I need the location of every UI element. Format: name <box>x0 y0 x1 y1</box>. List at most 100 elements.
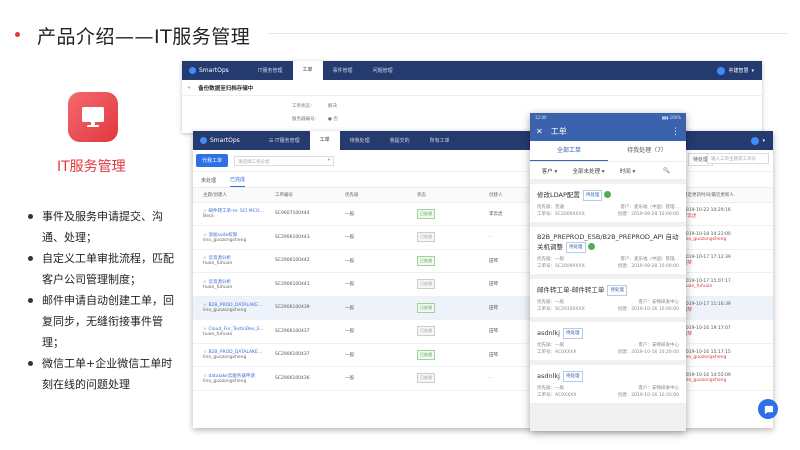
update-time: 2019-10-22 10:29:16 <box>683 208 731 214</box>
ticket-card[interactable]: asdnlkj 待处理 优先级：一般 客户：安畅研发中心 工单号：AC0XXXX 创建… <box>530 322 686 360</box>
card-title: B2B_PREPROD_ESB/B2B_PREPROD_API 自动关机调整 <box>537 233 679 251</box>
nav-item-itsm[interactable]: ☰ IT服务管理 <box>259 137 310 144</box>
status-badge: 已处理 <box>417 232 435 243</box>
more-options-icon[interactable]: ⋮ <box>671 127 680 137</box>
status-filter[interactable]: 全部未处理 ▾ <box>569 167 608 175</box>
user-menu[interactable]: 中建智慧 ▾ <box>717 66 762 75</box>
nav-item[interactable]: 事件管理 <box>323 67 363 74</box>
nav-item[interactable]: 待我处理 <box>340 137 380 144</box>
close-icon[interactable]: ✕ <box>536 127 543 136</box>
back-arrow-icon[interactable]: ‹ <box>188 85 190 91</box>
time-filter[interactable]: 时间 ▾ <box>608 167 647 175</box>
category-select[interactable]: 请选择工单分类 <box>234 155 335 166</box>
logo-icon <box>200 137 207 144</box>
update-time: 2019-10-17 17:12:39 <box>683 255 731 261</box>
nav-item-ticket[interactable]: 工单 <box>309 131 340 150</box>
nav-item[interactable]: 所有工单 <box>420 137 460 144</box>
updater: lino_guozongsheng <box>683 378 727 384</box>
status-badge: 已处理 <box>417 279 435 290</box>
logo-icon <box>189 67 196 74</box>
nav-item[interactable]: 工单 <box>292 61 323 80</box>
check-icon <box>587 243 595 250</box>
ticket-author: huan_fuhuan <box>203 284 233 290</box>
feature-item: 自定义工单审批流程，匹配客户公司管理制度； <box>26 248 176 290</box>
ticket-author: lino_guozongsheng <box>203 355 247 361</box>
ticket-priority: 一般 <box>335 366 407 391</box>
table-row[interactable]: ☆ B2B_PROD_DATALAKE项目云服务器申请lino_guozongs… <box>193 343 773 367</box>
update-time: 2019-10-16 19:17:07 <box>683 325 731 331</box>
tab-all-tickets[interactable]: 全部工单 <box>530 141 608 161</box>
title-bullet-dot <box>15 32 20 37</box>
status-tag: 待处理 <box>566 242 586 253</box>
feature-item: 微信工单+企业微信工单时刻在线的问题处理 <box>26 353 176 395</box>
card-title: asdnlkj <box>537 329 560 337</box>
monitor-icon <box>68 92 118 142</box>
ticket-card[interactable]: 修改LDAP配置 待处理 优先级：普通 客户：麦乐福（中国）管理… 工单号：SC20… <box>530 184 686 222</box>
card-title: 邮件转工单-邮件转工单 <box>537 286 605 294</box>
tab-completed[interactable]: 已完成 <box>230 176 246 187</box>
ticket-priority: 一般 <box>335 343 407 367</box>
ticket-priority: 一般 <box>335 249 407 273</box>
ticket-priority: 一般 <box>335 225 407 250</box>
ticket-card[interactable]: 邮件转工单-邮件转工单 待处理 优先级：一般 客户：安畅研发中心 工单号：SC291… <box>530 279 686 317</box>
ticket-title-link[interactable]: ☆ Cloud_For_TestinDev_Env资源分析 <box>203 326 265 332</box>
logo: SmartOps <box>193 137 259 144</box>
ticket-id: SC2906100443 <box>265 225 335 250</box>
ticket-card[interactable]: asdnlkj 待处理 优先级：一般 客户：安畅研发中心 工单号：AC0XXXX 创建… <box>530 365 686 403</box>
status-tag: 待处理 <box>582 190 603 201</box>
table-row[interactable]: ☆ 云资源分析 huan_fuhuan SC2906100441 一般 已处理 田… <box>193 272 773 297</box>
search-input[interactable]: 输入工单主题或工单号 <box>707 153 769 164</box>
column-header[interactable]: 最近更新时间/最近更新人 <box>673 188 773 203</box>
toolbar: 代我工单 请选择工单分类 <box>193 150 773 172</box>
ticket-id: SC2906100437 <box>265 343 335 367</box>
column-header[interactable]: 状态 <box>407 188 479 203</box>
table-row[interactable]: ☆ 添加sudo权限 lino_guozongsheng SC2906100443… <box>193 225 773 250</box>
table-row[interactable]: ☆ B2B_PROD_DATALAKE项目云服务器申请lino_guozongs… <box>193 296 773 320</box>
card-title: asdnlkj <box>537 372 560 380</box>
updater: huan_fuhuan <box>683 284 713 290</box>
section-title: IT服务管理 <box>57 159 126 175</box>
tab-my-pending[interactable]: 待我处理（7） <box>608 141 686 161</box>
nav-item[interactable]: 我提交的 <box>380 137 420 144</box>
user-menu[interactable]: ▾ <box>751 136 773 145</box>
updater: lino_guozongsheng <box>683 237 727 243</box>
table-row[interactable]: ☆ Cloud_For_TestinDev_Env资源分析huan_fuhuan… <box>193 319 773 344</box>
status-badge: 已处理 <box>417 255 435 266</box>
tab-unprocessed[interactable]: 未处理 <box>201 177 216 187</box>
ticket-table: 主题/创建人 工单编号 优先级 状态 创建人 最近更新时间/最近更新人 ☆ 邮件… <box>193 188 773 391</box>
field-value: ● 否 <box>328 117 338 122</box>
status-tabs: 未处理 已完成 <box>193 172 773 188</box>
ticket-priority: 一般 <box>335 319 407 344</box>
ticket-card[interactable]: B2B_PREPROD_ESB/B2B_PREPROD_API 自动关机调整 待处… <box>530 227 686 274</box>
logo: SmartOps <box>182 67 248 74</box>
top-nav-bar: SmartOps ☰ IT服务管理 工单 待我处理 我提交的 所有工单 ▾ <box>193 131 773 150</box>
ticket-id: SC2906100442 <box>265 249 335 273</box>
table-row[interactable]: ☆ 邮件转工单-re: SCI MCO/SVC.UAT环境产品测试结果确认(WM… <box>193 202 773 226</box>
column-header[interactable]: 主题/创建人 <box>193 188 265 203</box>
table-row[interactable]: ☆ 云资源分析 huan_fuhuan SC2906100442 一般 已处理 田… <box>193 249 773 273</box>
card-title: 修改LDAP配置 <box>537 191 580 199</box>
status-tag: 待处理 <box>563 328 583 339</box>
feature-item: 邮件申请自动创建工单，回复同步，无缝衔接事件管理； <box>26 290 176 353</box>
column-header[interactable]: 工单编号 <box>265 188 335 203</box>
ticket-list-window: SmartOps ☰ IT服务管理 工单 待我处理 我提交的 所有工单 ▾ 代我… <box>193 131 773 428</box>
phone-tabs: 全部工单 待我处理（7） <box>530 141 686 161</box>
nav-item[interactable]: IT服务管理 <box>248 67 293 74</box>
search-icon[interactable]: 🔍 <box>647 168 686 174</box>
ticket-priority: 一般 <box>335 272 407 297</box>
table-row[interactable]: ☆ datalake云服务器申请 lino_guozongsheng SC2906… <box>193 366 773 391</box>
mobile-ticket-app: 12:00 ▮▮▮ 100% ✕ 工单 ⋮ 全部工单 待我处理（7） 客户 ▾ 全… <box>530 113 686 431</box>
feature-list: 事件及服务申请提交、沟通、处理； 自定义工单审批流程，匹配客户公司管理制度； 邮… <box>26 206 176 395</box>
ticket-author: lino_guozongsheng <box>203 378 247 384</box>
status-tag: 待处理 <box>563 371 583 382</box>
chat-bubble-icon[interactable] <box>758 399 778 419</box>
status-badge: 已处理 <box>417 373 435 384</box>
create-ticket-button[interactable]: 代我工单 <box>196 154 229 167</box>
column-header[interactable]: 优先级 <box>335 188 407 203</box>
nav-item[interactable]: 问题管理 <box>363 67 403 74</box>
customer-filter[interactable]: 客户 ▾ <box>530 167 569 175</box>
ticket-id: SC2906100437 <box>265 319 335 344</box>
field-label: 工单状态： <box>292 104 315 109</box>
ticket-id: SC2906100439 <box>265 296 335 320</box>
ticket-id: SC9607100444 <box>265 202 335 226</box>
